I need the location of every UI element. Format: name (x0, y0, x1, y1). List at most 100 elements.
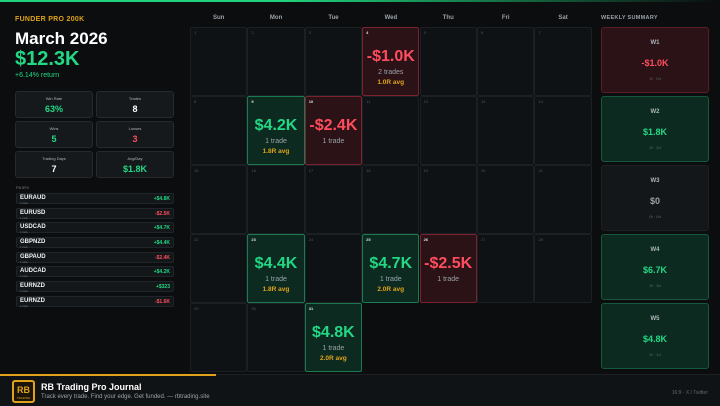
calendar-day-cell[interactable]: 2 (247, 27, 305, 96)
day-trades: 1 trade (379, 276, 402, 283)
day-number: 18 (366, 168, 371, 173)
calendar-day-cell[interactable]: 27 (476, 234, 535, 303)
weekly-summary-header: WEEKLY SUMMARY (601, 15, 658, 21)
calendar-day-cell[interactable]: 22 (190, 234, 248, 303)
calendar-day-cell[interactable]: 14 (534, 96, 592, 165)
stat-card: Win Rate 63% (15, 91, 93, 118)
calendar-day-cell[interactable]: 29 (190, 303, 248, 372)
stat-label: Win Rate (45, 96, 63, 101)
pair-name: EURNZD (20, 283, 45, 290)
pair-subtext: 1 trade (20, 216, 28, 220)
pair-pl: +$4.8K (153, 196, 170, 202)
calendar-day-cell[interactable]: 6 (476, 27, 535, 96)
week-summary-card[interactable]: W3 $0 0t · 0d (601, 165, 709, 231)
day-avg-r: 2.0R avg (377, 286, 405, 293)
week-summary-card[interactable]: W4 $6.7K 3t · 3d (601, 234, 709, 300)
pair-pl: +$323 (155, 284, 170, 291)
calendar-day-cell[interactable]: 23 $4.4K 1 trade 1.8R avg (247, 234, 305, 303)
calendar-day-cell[interactable]: 25 $4.7K 1 trade 2.0R avg (362, 234, 420, 303)
pair-row[interactable]: GBPNZD 1 trade +$4.4K (16, 237, 174, 249)
calendar-day-cell[interactable]: 21 (534, 165, 592, 234)
pair-row[interactable]: EURNZD 1 trade +$323 (16, 281, 174, 293)
pair-name: AUDCAD (20, 268, 46, 275)
day-avg-r: 1.8R avg (262, 286, 290, 293)
day-pl: $4.8K (312, 324, 355, 341)
week-pl: $6.7K (642, 265, 668, 275)
week-pl: -$1.0K (641, 58, 669, 68)
footer-app-name: RB Trading Pro Journal (41, 382, 142, 392)
calendar-day-cell[interactable]: 1 (190, 27, 248, 96)
pair-subtext: 1 trade (20, 275, 28, 279)
pair-subtext: 1 trade (20, 202, 28, 205)
calendar-day-cell[interactable]: 10 -$2.4K 1 trade (304, 96, 362, 165)
calendar-day-cell[interactable]: 26 -$2.5K 1 trade (419, 234, 477, 303)
calendar-day-cell[interactable]: 4 -$1.0K 2 trades 1.0R avg (362, 27, 420, 96)
calendar-day-cell[interactable]: 11 (362, 96, 420, 165)
calendar-day-cell[interactable]: 19 (419, 165, 477, 234)
stat-value: $1.8K (122, 164, 148, 174)
logo-text: RB (17, 385, 30, 395)
weekday-label: Mon (269, 15, 283, 21)
pair-row[interactable]: USDCAD 1 trade +$4.7K (16, 222, 174, 234)
calendar-day-cell[interactable]: 17 (304, 165, 362, 234)
calendar-day-cell[interactable]: 5 (419, 27, 477, 96)
stat-value: 63% (44, 104, 63, 114)
day-trades: 1 trade (322, 345, 345, 352)
pair-pl: +$4.4K (153, 240, 170, 247)
stat-value: 8 (132, 104, 138, 114)
pair-name: EURUSD (20, 209, 46, 216)
day-number: 7 (538, 30, 541, 35)
day-number: 22 (194, 237, 199, 242)
calendar-blank-cell (534, 303, 591, 372)
pairs-list: EURAUD 1 trade +$4.8K EURUSD 1 trade -$2.5K US… (16, 193, 174, 311)
calendar-day-cell[interactable]: 13 (476, 96, 535, 165)
day-number: 9 (251, 99, 254, 104)
stat-label: Avg/Day (127, 156, 143, 161)
calendar-day-cell[interactable]: 18 (362, 165, 420, 234)
calendar-day-cell[interactable]: 16 (247, 165, 305, 234)
day-number: 12 (423, 99, 429, 104)
calendar-day-cell[interactable]: 3 (304, 27, 362, 96)
day-number: 31 (308, 306, 314, 311)
week-summary-card[interactable]: W2 $1.8K 2t · 2d (601, 96, 709, 162)
footer-bar: RB TRADING RB Trading Pro Journal Track … (0, 374, 720, 406)
calendar-day-cell[interactable]: 30 (247, 303, 305, 372)
day-number: 10 (308, 99, 314, 104)
day-pl: -$2.4K (309, 117, 358, 134)
pair-row[interactable]: GBPAUD 1 trade -$2.4K (16, 251, 174, 264)
calendar-day-cell[interactable]: 7 (534, 27, 592, 96)
weekday-label: Tue (328, 15, 339, 21)
calendar-day-cell[interactable]: 28 (534, 234, 592, 303)
pair-row[interactable]: EURUSD 1 trade -$2.5K (16, 207, 174, 220)
calendar-day-cell[interactable]: 15 (190, 165, 248, 234)
stat-label: Trades (128, 96, 142, 101)
day-number: 28 (538, 237, 543, 242)
week-summary-card[interactable]: W5 $4.8K 1t · 1d (601, 303, 709, 369)
day-number: 20 (480, 168, 486, 173)
calendar-day-cell[interactable]: 31 $4.8K 1 trade 2.0R avg (304, 303, 362, 372)
calendar-day-cell[interactable]: 12 (419, 96, 477, 165)
day-number: 6 (480, 30, 484, 35)
calendar-day-cell[interactable]: 24 (304, 234, 362, 303)
day-avg-r: 2.0R avg (320, 355, 347, 362)
weekday-label: Fri (501, 15, 510, 21)
day-pl: -$2.5K (424, 255, 473, 272)
pair-row[interactable]: AUDCAD 1 trade +$4.2K (16, 266, 174, 279)
stats-grid: Win Rate 63% Trades 8 Wins 5 Losses 3 Trading Da… (15, 91, 175, 178)
pair-row[interactable]: EURNZD 1 trade -$1.6K (16, 295, 174, 308)
pair-row[interactable]: EURAUD 1 trade +$4.8K (16, 193, 174, 205)
calendar-blank-cell (477, 303, 534, 372)
day-trades: 1 trade (265, 138, 287, 145)
day-avg-r: 1.8R avg (262, 148, 290, 155)
calendar-day-cell[interactable]: 20 (476, 165, 535, 234)
calendar-day-cell[interactable]: 9 $4.2K 1 trade 1.8R avg (247, 96, 305, 165)
stat-card: Losses 3 (96, 121, 174, 148)
week-subtext: 1t · 1d (649, 352, 661, 357)
calendar-day-cell[interactable]: 8 (190, 96, 248, 165)
pair-name: EURAUD (20, 195, 46, 201)
day-trades: 1 trade (437, 276, 460, 283)
day-trades: 2 trades (378, 69, 404, 76)
week-summary-card[interactable]: W1 -$1.0K 2t · 0d (601, 27, 709, 93)
day-number: 5 (423, 30, 426, 35)
week-subtext: 2t · 0d (649, 76, 661, 81)
